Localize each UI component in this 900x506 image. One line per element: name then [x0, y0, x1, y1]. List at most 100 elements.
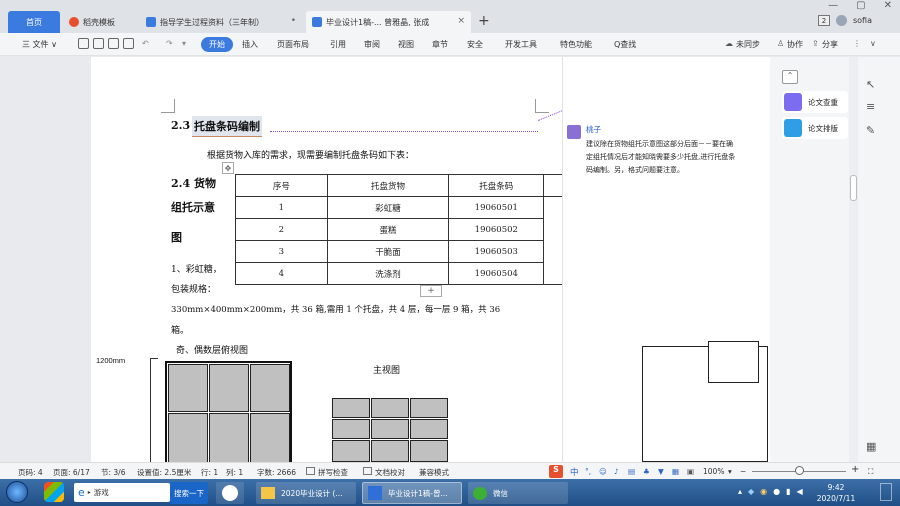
table-cell[interactable]: 干脆面	[326, 240, 450, 263]
menu-lines-icon[interactable]: ≡	[866, 100, 875, 113]
tab-chapter[interactable]: 章节	[432, 39, 448, 50]
spell-check-button[interactable]: 拼写检查	[318, 467, 348, 478]
item1-spec-end[interactable]: 箱。	[171, 323, 189, 336]
keyboard-icon[interactable]: ▤	[628, 467, 635, 476]
table-cell[interactable]: 4	[235, 262, 328, 285]
more-icon[interactable]: ⋮	[853, 39, 861, 48]
zoom-dropdown-icon[interactable]: ▾	[728, 467, 732, 476]
close-tab-icon[interactable]: ×	[457, 16, 465, 26]
status-section[interactable]: 节: 3/6	[101, 467, 125, 478]
cursor-tool-icon[interactable]: ↖	[866, 78, 875, 91]
status-pages[interactable]: 页面: 6/17	[53, 467, 90, 478]
tray-antivirus-icon[interactable]: ◆	[748, 487, 754, 496]
paragraph-table-intro[interactable]: 根据货物入库的需求，现需要编制托盘条码如下表：	[207, 148, 414, 161]
zoom-in-button[interactable]: +	[851, 464, 859, 475]
show-desktop-button[interactable]	[880, 483, 892, 501]
taskbar-wps[interactable]: 毕业设计1稿-曾...	[362, 482, 462, 504]
taskbar-search-button[interactable]: 搜索一下	[170, 482, 208, 504]
zoom-slider-thumb[interactable]	[795, 466, 804, 475]
user-name[interactable]: sofia	[853, 16, 872, 25]
tab-doc-guidance[interactable]: 指导学生过程资料（三年制） •	[140, 11, 302, 33]
top-view-heading[interactable]: 奇、偶数层俯视图	[176, 343, 248, 356]
skin-icon[interactable]: ♣	[643, 467, 650, 476]
tab-security[interactable]: 安全	[467, 39, 483, 50]
item1-title[interactable]: 1、彩虹糖，	[171, 262, 222, 275]
tab-home[interactable]: 首页	[8, 11, 60, 33]
zoom-out-button[interactable]: −	[740, 467, 746, 476]
collapse-icon[interactable]: ⌃	[782, 70, 798, 84]
save-icon[interactable]	[78, 38, 89, 49]
item1-spec-label[interactable]: 包装规格：	[171, 282, 216, 295]
app-icon[interactable]	[44, 482, 64, 502]
close-window-button[interactable]: ✕	[884, 0, 892, 11]
emoji-icon[interactable]: ☺	[599, 467, 607, 476]
ime-mode[interactable]: 中	[570, 466, 579, 478]
front-view-diagram[interactable]	[332, 398, 448, 462]
taskbar-folder[interactable]: 2020毕业设计 (...	[256, 482, 356, 504]
minimize-button[interactable]: —	[828, 0, 838, 11]
table-cell[interactable]: 19060504	[448, 262, 545, 285]
tray-shield-icon[interactable]: ◉	[760, 487, 767, 496]
status-row[interactable]: 行: 1	[201, 467, 218, 478]
vertical-scrollbar[interactable]	[849, 57, 858, 462]
front-view-title[interactable]: 主视图	[373, 363, 400, 376]
redo-icon[interactable]: ↷	[166, 39, 173, 48]
status-word-count[interactable]: 字数: 2666	[257, 467, 296, 478]
sync-status[interactable]: 未同步	[736, 39, 760, 50]
scrollbar-thumb[interactable]	[850, 175, 857, 201]
tray-volume-icon[interactable]: ◀	[797, 487, 803, 496]
print-preview-icon[interactable]	[123, 38, 134, 49]
status-page-number[interactable]: 页码: 4	[18, 467, 43, 478]
tray-network-icon[interactable]: ▮	[786, 487, 790, 496]
share-button[interactable]: 分享	[822, 39, 838, 50]
table-cell[interactable]: 彩虹糖	[326, 196, 450, 219]
search-button[interactable]: Q查找	[614, 39, 636, 50]
taskbar-wechat[interactable]: 微信	[468, 482, 568, 504]
punct-icon[interactable]: °,	[585, 467, 591, 476]
taskbar-app-baidu[interactable]	[216, 482, 244, 504]
tab-template[interactable]: 稻壳模板	[63, 11, 140, 33]
table-cell[interactable]: 洗涤剂	[326, 262, 450, 285]
tab-review[interactable]: 审阅	[364, 39, 380, 50]
add-row-button[interactable]: +	[420, 285, 442, 297]
status-col[interactable]: 列: 1	[226, 467, 243, 478]
status-margin[interactable]: 设置值: 2.5厘米	[137, 467, 191, 478]
tab-insert[interactable]: 插入	[242, 39, 258, 50]
export-pdf-icon[interactable]	[93, 38, 104, 49]
heading-2-3-text[interactable]: 托盘条码编制	[192, 116, 262, 137]
table-header-cell[interactable]: 托盘货物	[326, 174, 450, 197]
paper-check-button[interactable]: 论文查重	[782, 91, 848, 113]
table-cell[interactable]: 19060503	[448, 240, 545, 263]
table-header-cell[interactable]: 托盘条码	[448, 174, 545, 197]
clock[interactable]: 9:42 2020/7/11	[812, 482, 860, 504]
table-cell[interactable]: 2	[235, 218, 328, 241]
table-cell[interactable]: 19060501	[448, 196, 545, 219]
view-mode-icon[interactable]: ▣	[687, 467, 694, 476]
paper-format-button[interactable]: 论文排版	[782, 117, 848, 139]
table-cell[interactable]: 19060502	[448, 218, 545, 241]
item1-spec[interactable]: 330mm×400mm×200mm，共 36 箱,需用 1 个托盘，共 4 层，…	[171, 303, 500, 315]
chevron-down-icon[interactable]: ▾	[182, 39, 186, 48]
print-icon[interactable]	[108, 38, 119, 49]
table-header-cell[interactable]: 序号	[235, 174, 328, 197]
tab-doc-thesis[interactable]: 毕业设计1稿-... 曾雅晶, 张成 ×	[306, 11, 471, 33]
tab-view[interactable]: 视图	[398, 39, 414, 50]
tab-page-layout[interactable]: 页面布局	[277, 39, 309, 50]
proofread-button[interactable]: 文档校对	[375, 467, 405, 478]
tab-start[interactable]: 开始	[201, 37, 233, 52]
fit-page-icon[interactable]: ⛶	[868, 467, 873, 477]
comment-body[interactable]: 建议除在货物组托示意图这部分后面－－要在确 定组托情况后才能知晓需要多少托盘,进…	[586, 138, 735, 177]
window-count-badge[interactable]: 2	[817, 15, 830, 26]
collab-button[interactable]: 协作	[787, 39, 803, 50]
file-menu[interactable]: 三 文件 ∨	[22, 39, 57, 50]
collapse-ribbon-icon[interactable]: ∨	[870, 39, 876, 48]
top-view-diagram[interactable]	[165, 361, 292, 463]
tab-developer[interactable]: 开发工具	[505, 39, 537, 50]
new-tab-button[interactable]: +	[478, 13, 490, 29]
tab-special-features[interactable]: 特色功能	[560, 39, 592, 50]
sogou-ime-icon[interactable]: S	[549, 465, 563, 478]
shirt-icon[interactable]: ▼	[658, 467, 664, 476]
pen-icon[interactable]: ✎	[866, 124, 875, 137]
start-button[interactable]	[6, 481, 28, 503]
zoom-level[interactable]: 100%	[703, 467, 724, 476]
